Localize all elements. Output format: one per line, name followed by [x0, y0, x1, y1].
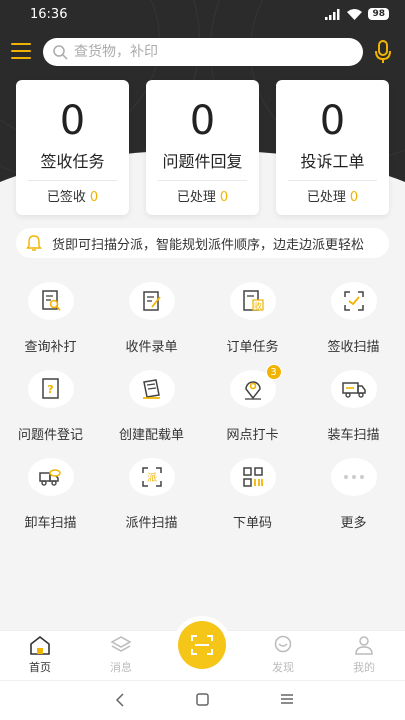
grid-item-order-task[interactable]: 收 订单任务 [202, 282, 303, 355]
grid-item-create-load[interactable]: 创建配载单 [101, 370, 202, 443]
signal-icon [325, 8, 340, 20]
card-count: 0 [59, 98, 86, 144]
grid-label: 创建配载单 [118, 428, 184, 443]
search-input[interactable] [74, 44, 334, 60]
card-sub-count: 0 [349, 190, 359, 205]
card-complaint[interactable]: 0 投诉工单 已处理 0 [276, 80, 389, 215]
grid-label: 网点打卡 [226, 428, 279, 443]
card-title: 投诉工单 [300, 152, 365, 171]
card-divider [28, 180, 117, 181]
grid-label: 卸车扫描 [24, 516, 77, 531]
status-bar: 16:36 98 [0, 0, 405, 28]
checkin-badge: 3 [265, 364, 282, 380]
sign-scan-icon [330, 282, 377, 320]
card-title: 问题件回复 [162, 152, 243, 171]
nav-label: 消息 [110, 661, 132, 674]
card-sub: 已处理 0 [146, 186, 259, 205]
card-divider [288, 180, 377, 181]
nav-label: 我的 [353, 661, 375, 674]
grid-item-checkin[interactable]: 3 网点打卡 [202, 364, 303, 443]
user-icon [355, 636, 373, 655]
grid-label: 问题件登记 [17, 428, 83, 443]
card-sub-label: 已处理 [306, 190, 346, 205]
search-icon [53, 44, 68, 60]
grid-item-more[interactable]: 更多 [303, 458, 404, 531]
system-nav-bar [0, 680, 405, 720]
grid-item-problem-register[interactable]: ? 问题件登记 [0, 370, 101, 443]
search-print-icon [27, 282, 74, 320]
grid-label: 装车扫描 [327, 428, 380, 443]
card-sign-task[interactable]: 0 签收任务 已签收 0 [16, 80, 129, 215]
discover-icon [274, 635, 292, 653]
order-task-icon: 收 [229, 282, 276, 320]
grid-item-dispatch-scan[interactable]: 派 派件扫描 [101, 458, 202, 531]
card-divider [158, 180, 247, 181]
wifi-icon [347, 8, 363, 20]
grid-item-unloading-scan[interactable]: 卸车扫描 [0, 458, 101, 531]
grid-label: 订单任务 [226, 340, 279, 355]
dispatch-scan-glyph: 派 [147, 472, 157, 484]
card-count: 0 [319, 98, 346, 144]
nav-discover[interactable]: 发现 [253, 635, 313, 675]
unloading-truck-icon [27, 458, 74, 496]
grid-item-order-code[interactable]: 下单码 [202, 458, 303, 531]
stat-cards: 0 签收任务 已签收 0 0 问题件回复 已处理 0 0 投诉工单 已处理 0 [16, 80, 389, 215]
home-icon [30, 635, 50, 655]
order-task-glyph: 收 [254, 301, 262, 311]
problem-register-glyph: ? [47, 383, 53, 396]
back-icon[interactable] [115, 693, 125, 707]
scan-button[interactable] [178, 621, 226, 669]
menu-button[interactable] [11, 43, 31, 60]
microphone-icon [375, 40, 391, 63]
checkin-location-icon: 3 [229, 364, 282, 408]
nav-label: 首页 [29, 661, 51, 674]
nav-messages[interactable]: 消息 [91, 635, 151, 675]
voice-search-button[interactable] [374, 40, 392, 64]
top-bar [0, 36, 405, 68]
create-load-icon [128, 370, 175, 408]
scan-icon [191, 635, 213, 655]
grid-label: 更多 [340, 516, 367, 531]
grid-item-loading-scan[interactable]: 装车扫描 [303, 370, 404, 443]
grid-label: 收件录单 [125, 340, 178, 355]
dispatch-scan-icon: 派 [128, 458, 175, 496]
card-title: 签收任务 [40, 152, 105, 171]
card-sub-count: 0 [89, 190, 99, 205]
card-sub-label: 已签收 [46, 190, 86, 205]
grid-item-receive-entry[interactable]: 收件录单 [101, 282, 202, 355]
status-time: 16:36 [30, 6, 68, 22]
card-count: 0 [189, 98, 216, 144]
bell-icon [26, 235, 42, 251]
nav-mine[interactable]: 我的 [334, 635, 394, 675]
nav-label: 发现 [272, 661, 294, 674]
order-code-icon [229, 458, 276, 496]
more-icon [330, 458, 377, 496]
search-box[interactable] [43, 38, 363, 66]
grid-label: 派件扫描 [125, 516, 178, 531]
notice-bar[interactable]: 货即可扫描分派，智能规划派件顺序，边走边派更轻松 [16, 228, 389, 258]
grid-item-sign-scan[interactable]: 签收扫描 [303, 282, 404, 355]
grid-label: 签收扫描 [327, 340, 380, 355]
recent-apps-icon[interactable] [280, 693, 294, 705]
card-sub-count: 0 [219, 190, 229, 205]
grid-item-query-print[interactable]: 查询补打 [0, 282, 101, 355]
notice-text: 货即可扫描分派，智能规划派件顺序，边走边派更轻松 [52, 237, 365, 253]
home-button-icon[interactable] [196, 693, 209, 706]
card-sub: 已签收 0 [16, 186, 129, 205]
card-problem-reply[interactable]: 0 问题件回复 已处理 0 [146, 80, 259, 215]
grid-label: 查询补打 [24, 340, 77, 355]
grid-label: 下单码 [232, 516, 272, 531]
card-sub-label: 已处理 [176, 190, 216, 205]
problem-register-icon: ? [27, 370, 74, 408]
card-sub: 已处理 0 [276, 186, 389, 205]
layers-icon [110, 636, 132, 652]
battery-indicator: 98 [368, 8, 389, 20]
nav-home[interactable]: 首页 [10, 635, 70, 675]
loading-truck-icon [330, 370, 377, 408]
receive-entry-icon [128, 282, 175, 320]
